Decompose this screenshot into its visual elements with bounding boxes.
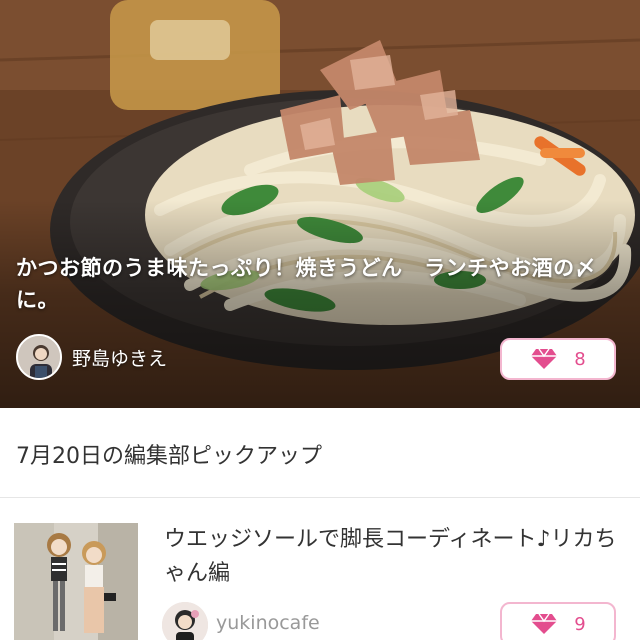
article-thumbnail-image: [14, 523, 138, 640]
hero-author[interactable]: 野島ゆきえ: [16, 334, 167, 380]
pickup-section-header: 7月20日の編集部ピックアップ: [0, 408, 640, 498]
article-like-count: 9: [574, 613, 586, 635]
article-thumbnail[interactable]: [14, 523, 138, 640]
article-like-button[interactable]: 9: [500, 602, 616, 640]
article-author-name: yukinocafe: [216, 612, 320, 634]
article-title[interactable]: ウエッジソールで脚長コーディネート♪リカちゃん編: [164, 523, 624, 591]
gem-icon: [531, 348, 558, 369]
avatar-person-icon: [162, 602, 208, 640]
hero-title[interactable]: かつお節のうま味たっぷり！焼きうどん ランチやお酒の〆に。: [16, 252, 628, 316]
avatar: [16, 334, 62, 380]
hero-like-button[interactable]: 8: [500, 338, 616, 380]
avatar-person-icon: [18, 336, 60, 378]
section-heading: 7月20日の編集部ピックアップ: [16, 444, 322, 469]
gem-icon: [531, 613, 558, 634]
hero-card[interactable]: かつお節のうま味たっぷり！焼きうどん ランチやお酒の〆に。 野島ゆきえ 8: [0, 0, 640, 408]
hero-author-name: 野島ゆきえ: [72, 347, 168, 370]
avatar: [162, 602, 208, 640]
hero-like-count: 8: [574, 348, 586, 370]
